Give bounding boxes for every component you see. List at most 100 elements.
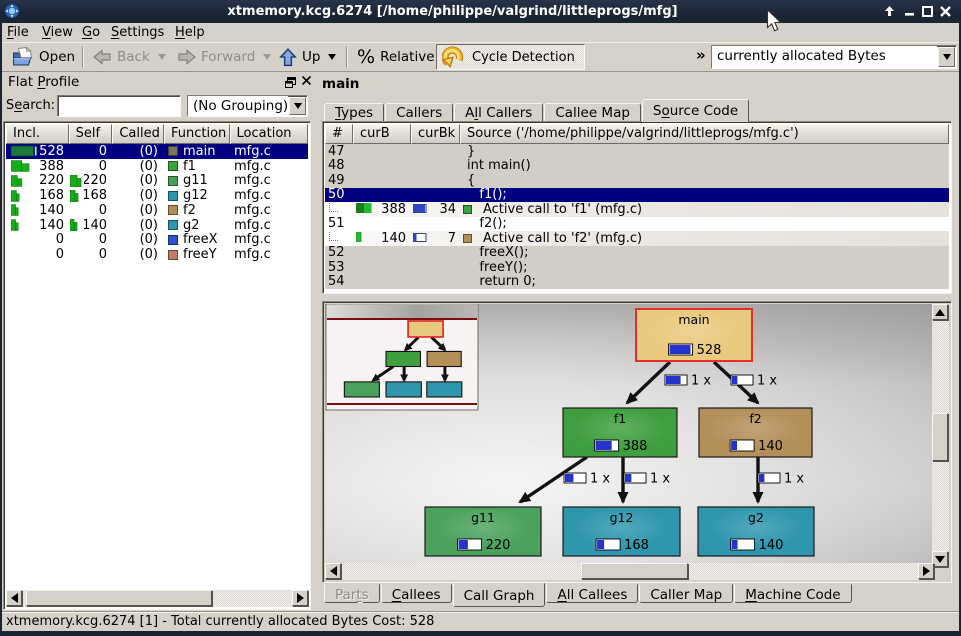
toolbar-overflow-chevron[interactable]: » [696, 46, 706, 64]
flat-col-location[interactable]: Location [230, 124, 308, 144]
scroll-thumb[interactable] [932, 413, 948, 461]
src-col-source[interactable]: Source ('/home/philippe/valgrind/littlep… [460, 124, 949, 144]
tab-all-callers[interactable]: All Callers [454, 103, 543, 122]
source-line-49[interactable]: 49{ [325, 173, 949, 188]
tab-callees[interactable]: Callees [381, 584, 452, 603]
flat-row-f1[interactable]: 3880(0)f1mfg.c [6, 159, 308, 174]
source-call-row[interactable]: 38834Active call to 'f1' (mfg.c) [325, 202, 949, 217]
menu-settings[interactable]: Settings [109, 24, 166, 41]
toolbar: Open Back Forward Up % Relative [2, 42, 959, 72]
graph-hscrollbar[interactable] [325, 563, 934, 580]
flat-row-f2[interactable]: 1400(0)f2mfg.c [6, 203, 308, 218]
source-line-48[interactable]: 48int main() [325, 159, 949, 174]
graph-node-main[interactable]: main528 [636, 309, 752, 361]
source-call-row[interactable]: 1407Active call to 'f2' (mfg.c) [325, 231, 949, 246]
source-line-52[interactable]: 52 freeX(); [325, 246, 949, 261]
source-line-51[interactable]: 51 f2(); [325, 217, 949, 232]
forward-button[interactable]: Forward [174, 44, 274, 70]
tab-label: All Callees [557, 587, 627, 603]
scroll-left-button[interactable] [325, 563, 341, 579]
incl-value: 140 [38, 218, 69, 233]
menu-file[interactable]: File [5, 24, 31, 41]
line-number: 52 [325, 246, 353, 261]
statusbar: xtmemory.kcg.6274 [1] - Total currently … [2, 611, 959, 631]
scroll-right-button[interactable] [292, 590, 308, 606]
back-button[interactable]: Back [90, 44, 169, 70]
curb-cell [353, 217, 411, 232]
cycle-detection-label: Cycle Detection [472, 50, 575, 65]
called-value: (0) [113, 203, 165, 218]
source-line-53[interactable]: 53 freeY(); [325, 260, 949, 275]
open-button[interactable]: Open [8, 44, 78, 70]
tab-call-graph[interactable]: Call Graph [453, 583, 546, 607]
tab-all-callees[interactable]: All Callees [546, 584, 638, 603]
cycle-detection-button[interactable]: Cycle Detection [436, 44, 585, 70]
menu-help[interactable]: Help [173, 24, 207, 41]
source-text: { [460, 173, 949, 188]
tab-callers[interactable]: Callers [385, 103, 453, 122]
source-line-50[interactable]: 50 f1(); [325, 188, 949, 203]
scroll-down-button[interactable] [932, 551, 948, 567]
up-dropdown-icon[interactable] [328, 54, 336, 60]
scroll-right-button[interactable] [918, 563, 934, 579]
called-value: (0) [113, 233, 165, 248]
scroll-thumb[interactable] [26, 590, 212, 606]
scroll-left-button[interactable] [6, 590, 22, 606]
graph-node-f1[interactable]: f1388 [563, 408, 677, 457]
back-dropdown-icon[interactable] [158, 54, 166, 60]
src-col-line[interactable]: # [325, 124, 353, 144]
close-button[interactable] [937, 3, 953, 19]
menu-go[interactable]: Go [80, 24, 102, 41]
tab-callee-map[interactable]: Callee Map [544, 103, 641, 122]
flat-row-g12[interactable]: 168168(0)g12mfg.c [6, 188, 308, 203]
graph-vscrollbar[interactable] [932, 304, 949, 567]
flat-profile-dock-header: Flat Profile [2, 72, 312, 93]
graph-overview[interactable] [326, 304, 478, 410]
graph-node-g2[interactable]: g2140 [698, 507, 814, 556]
incl-value: 140 [38, 203, 69, 218]
tab-types[interactable]: Types [324, 103, 384, 122]
dock-float-icon[interactable] [284, 76, 297, 89]
graph-node-g12[interactable]: g12168 [563, 507, 680, 556]
event-type-combo-button[interactable] [938, 47, 955, 67]
src-col-curbk[interactable]: curBk [411, 124, 460, 144]
scroll-thumb[interactable] [581, 563, 688, 579]
curbk-cell [411, 217, 460, 232]
flat-col-called[interactable]: Called [112, 124, 164, 144]
src-col-curb[interactable]: curB [353, 124, 411, 144]
tab-machine-code[interactable]: Machine Code [734, 584, 851, 603]
relative-button[interactable]: % Relative [354, 44, 438, 70]
edge-label: 1 x [758, 472, 804, 487]
flat-col-self[interactable]: Self [69, 124, 113, 144]
flat-col-incl[interactable]: Incl. [6, 124, 69, 144]
call-graph-canvas[interactable]: 1 x1 x1 x1 x1 xmain528f1388f2140g11220g1… [325, 304, 934, 567]
flat-row-freeY[interactable]: 00(0)freeYmfg.c [6, 247, 308, 262]
graph-node-f2[interactable]: f2140 [699, 408, 812, 457]
minimize-button[interactable] [901, 3, 917, 19]
flat-row-freeX[interactable]: 00(0)freeXmfg.c [6, 233, 308, 248]
function-name: main [183, 144, 215, 159]
source-line-54[interactable]: 54 return 0; [325, 275, 949, 290]
up-button[interactable]: Up [276, 44, 339, 70]
tab-caller-map[interactable]: Caller Map [639, 584, 733, 603]
flat-profile-hscrollbar[interactable] [6, 590, 308, 607]
graph-node-g11[interactable]: g11220 [425, 507, 541, 556]
line-number: 54 [325, 275, 353, 290]
event-type-combo[interactable]: currently allocated Bytes [711, 45, 957, 69]
menu-view[interactable]: View [40, 24, 75, 41]
flat-col-function[interactable]: Function [164, 124, 230, 144]
forward-dropdown-icon[interactable] [263, 54, 271, 60]
grouping-combo[interactable]: (No Grouping) [187, 95, 308, 117]
grouping-combo-button[interactable] [289, 97, 306, 115]
flat-row-g2[interactable]: 140140(0)g2mfg.c [6, 218, 308, 233]
search-input[interactable] [57, 95, 181, 117]
dock-close-icon[interactable] [300, 75, 313, 89]
keep-above-button[interactable] [881, 3, 897, 19]
source-line-47[interactable]: 47} [325, 144, 949, 159]
scroll-up-button[interactable] [932, 304, 948, 320]
tab-source-code[interactable]: Source Code [642, 99, 749, 122]
maximize-button[interactable] [919, 3, 935, 19]
flat-row-main[interactable]: 5280(0)mainmfg.c [6, 144, 308, 159]
svg-text:g12: g12 [610, 510, 634, 525]
flat-row-g11[interactable]: 220220(0)g11mfg.c [6, 174, 308, 189]
